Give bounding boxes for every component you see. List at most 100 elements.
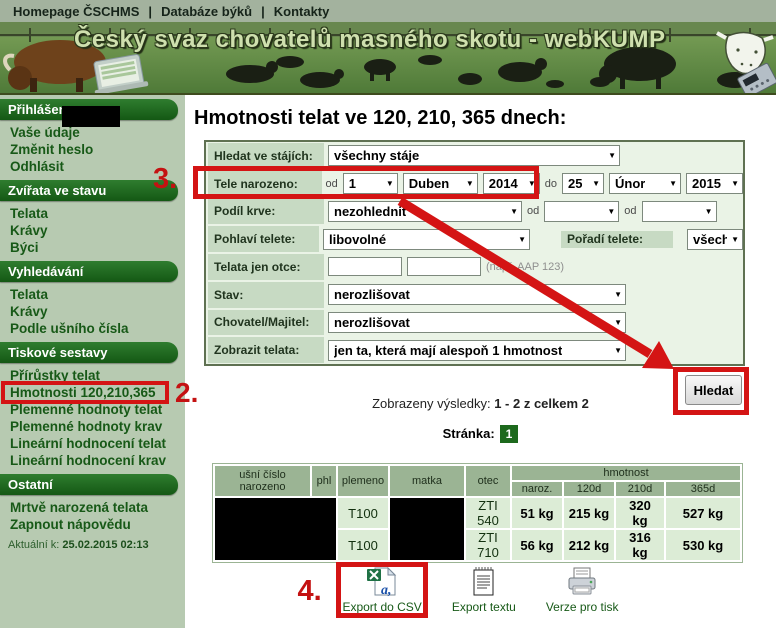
redacted-ear-phl xyxy=(215,498,336,560)
born-to-month-value: Únor xyxy=(615,176,645,191)
owner-select-value: nerozlišovat xyxy=(334,315,410,330)
dropdown-arrow-icon: ▼ xyxy=(669,179,677,188)
sidebar-item-mrtve-narozena-telata[interactable]: Mrtvě narozená telata xyxy=(0,499,185,516)
sidebar-item-zapnout-napovedu[interactable]: Zapnout nápovědu xyxy=(0,516,185,533)
print-version-label: Verze pro tisk xyxy=(546,600,619,614)
sidebar-item-hmotnosti-wrap: Hmotnosti 120,210,365 2. xyxy=(0,384,185,401)
pagination: Stránka: 1 xyxy=(185,425,776,443)
sidebar-item-telata-stav[interactable]: Telata xyxy=(0,205,185,222)
blood-from-select-2[interactable]: ▼ xyxy=(642,201,717,222)
export-text-label: Export textu xyxy=(452,600,516,614)
born-to-day-select[interactable]: 25 ▼ xyxy=(562,173,604,194)
dropdown-arrow-icon: ▼ xyxy=(510,207,518,216)
cell-weight-210: 320 kg xyxy=(616,498,664,528)
sire-label: Telata jen otce: xyxy=(208,254,324,280)
dropdown-arrow-icon: ▼ xyxy=(592,179,600,188)
sex-select[interactable]: libovolné ▼ xyxy=(323,229,530,250)
parity-select-value: všechna xyxy=(693,232,727,247)
sidebar-section-ostatni: Ostatní xyxy=(0,474,178,495)
col-weight-birth: naroz. xyxy=(512,482,562,496)
form-row-owner: Chovatel/Majitel: nerozlišovat ▼ xyxy=(206,309,743,337)
page-label: Stránka: xyxy=(443,426,495,441)
sidebar-item-plemenne-hodnoty-telat[interactable]: Plemenné hodnoty telat xyxy=(0,401,185,418)
form-row-sire: Telata jen otce: (např. AAP 123) xyxy=(206,253,743,281)
sidebar-item-plemenne-hodnoty-krav[interactable]: Plemenné hodnoty krav xyxy=(0,418,185,435)
form-row-blood: Podíl krve: nezohlednit ▼ od ▼ od ▼ xyxy=(206,198,743,226)
show-calves-label: Zobrazit telata: xyxy=(208,337,324,363)
notepad-icon xyxy=(467,565,500,598)
sidebar-item-podle-usniho-cisla[interactable]: Podle ušního čísla xyxy=(0,320,185,337)
sidebar-section-tiskove-sestavy: Tiskové sestavy xyxy=(0,342,178,363)
results-table: ušní číslo narozeno phl plemeno matka ot… xyxy=(212,463,743,563)
topbar-link-databaze-byku[interactable]: Databáze býků xyxy=(161,4,252,19)
sidebar-item-kravy-stav[interactable]: Krávy xyxy=(0,222,185,239)
col-ear-number: ušní číslo narozeno xyxy=(215,466,310,496)
col-weight-group: hmotnost xyxy=(512,466,740,480)
col-weight-210: 210d xyxy=(616,482,664,496)
page: { "topbar": { "separator": "|", "links":… xyxy=(0,0,776,628)
cell-weight-120: 212 kg xyxy=(564,530,614,560)
born-to-day-value: 25 xyxy=(568,176,582,191)
status-select[interactable]: nerozlišovat ▼ xyxy=(328,284,626,305)
cell-weight-birth: 56 kg xyxy=(512,530,562,560)
col-ear-line2: narozeno xyxy=(218,481,307,493)
form-row-sex: Pohlaví telete: libovolné ▼ Pořadí telet… xyxy=(206,225,743,253)
dropdown-arrow-icon: ▼ xyxy=(705,207,713,216)
dropdown-arrow-icon: ▼ xyxy=(528,179,536,188)
owner-label: Chovatel/Majitel: xyxy=(208,310,324,336)
show-calves-select-value: jen ta, která mají alespoň 1 hmotnost xyxy=(334,343,562,358)
col-dam: matka xyxy=(390,466,464,496)
topbar-link-kontakty[interactable]: Kontakty xyxy=(274,4,330,19)
born-to-year-select[interactable]: 2015 ▼ xyxy=(686,173,743,194)
dropdown-arrow-icon: ▼ xyxy=(466,179,474,188)
born-to-year-value: 2015 xyxy=(692,176,721,191)
sire-input-2[interactable] xyxy=(407,257,481,276)
born-from-day-select[interactable]: 1 ▼ xyxy=(343,173,398,194)
data-updated-value: 25.02.2015 02:13 xyxy=(62,539,148,551)
sidebar-item-linearni-hodnoceni-telat[interactable]: Lineární hodnocení telat xyxy=(0,435,185,452)
blood-select[interactable]: nezohlednit ▼ xyxy=(328,201,522,222)
blood-from2-label: od xyxy=(624,205,636,217)
page-number-1[interactable]: 1 xyxy=(500,425,519,443)
born-from-year-value: 2014 xyxy=(489,176,518,191)
born-from-month-select[interactable]: Duben ▼ xyxy=(403,173,478,194)
sidebar-item-zmenit-heslo[interactable]: Změnit heslo xyxy=(0,141,185,158)
born-from-year-select[interactable]: 2014 ▼ xyxy=(483,173,540,194)
cell-sire: ZTI 540 xyxy=(466,498,510,528)
site-title: Český svaz chovatelů masného skotu - web… xyxy=(74,26,666,54)
show-calves-select[interactable]: jen ta, která mají alespoň 1 hmotnost ▼ xyxy=(328,340,626,361)
sidebar-item-kravy-vyhledavani[interactable]: Krávy xyxy=(0,303,185,320)
sidebar-item-byci[interactable]: Býci xyxy=(0,239,185,256)
dropdown-arrow-icon: ▼ xyxy=(614,346,622,355)
parity-select[interactable]: všechna ▼ xyxy=(687,229,743,250)
stables-select[interactable]: všechny stáje ▼ xyxy=(328,145,620,166)
sidebar-item-telata-vyhledavani[interactable]: Telata xyxy=(0,286,185,303)
sidebar-item-linearni-hodnoceni-krav[interactable]: Lineární hodnocení krav xyxy=(0,452,185,469)
form-row-show: Zobrazit telata: jen ta, která mají ales… xyxy=(206,336,743,364)
stables-label: Hledat ve stájích: xyxy=(208,143,324,169)
export-csv-action[interactable]: a, Export do CSV 4. xyxy=(342,565,421,614)
sire-hint: (např. AAP 123) xyxy=(486,261,564,273)
owner-select[interactable]: nerozlišovat ▼ xyxy=(328,312,626,333)
sidebar-item-hmotnosti-120-210-365[interactable]: Hmotnosti 120,210,365 xyxy=(0,384,185,401)
cell-sire: ZTI 710 xyxy=(466,530,510,560)
main-content: Hmotnosti telat ve 120, 210, 365 dnech: … xyxy=(185,95,776,628)
dropdown-arrow-icon: ▼ xyxy=(518,235,526,244)
blood-from-select-1[interactable]: ▼ xyxy=(544,201,619,222)
cell-breed: T100 xyxy=(338,498,388,528)
dropdown-arrow-icon: ▼ xyxy=(614,318,622,327)
sidebar-item-prirustky-telat[interactable]: Přírůstky telat xyxy=(0,367,185,384)
export-text-action[interactable]: Export textu xyxy=(452,565,516,614)
cell-weight-365: 527 kg xyxy=(666,498,740,528)
dropdown-arrow-icon: ▼ xyxy=(608,151,616,160)
printer-icon xyxy=(566,565,599,598)
col-ear-line1: ušní číslo xyxy=(218,469,307,481)
print-version-action[interactable]: Verze pro tisk xyxy=(546,565,619,614)
cell-weight-120: 215 kg xyxy=(564,498,614,528)
topbar-link-homepage[interactable]: Homepage ČSCHMS xyxy=(13,4,139,19)
born-to-month-select[interactable]: Únor ▼ xyxy=(609,173,681,194)
sire-input-1[interactable] xyxy=(328,257,402,276)
col-weight-365: 365d xyxy=(666,482,740,496)
born-to-label: do xyxy=(545,178,557,190)
stables-select-value: všechny stáje xyxy=(334,148,419,163)
